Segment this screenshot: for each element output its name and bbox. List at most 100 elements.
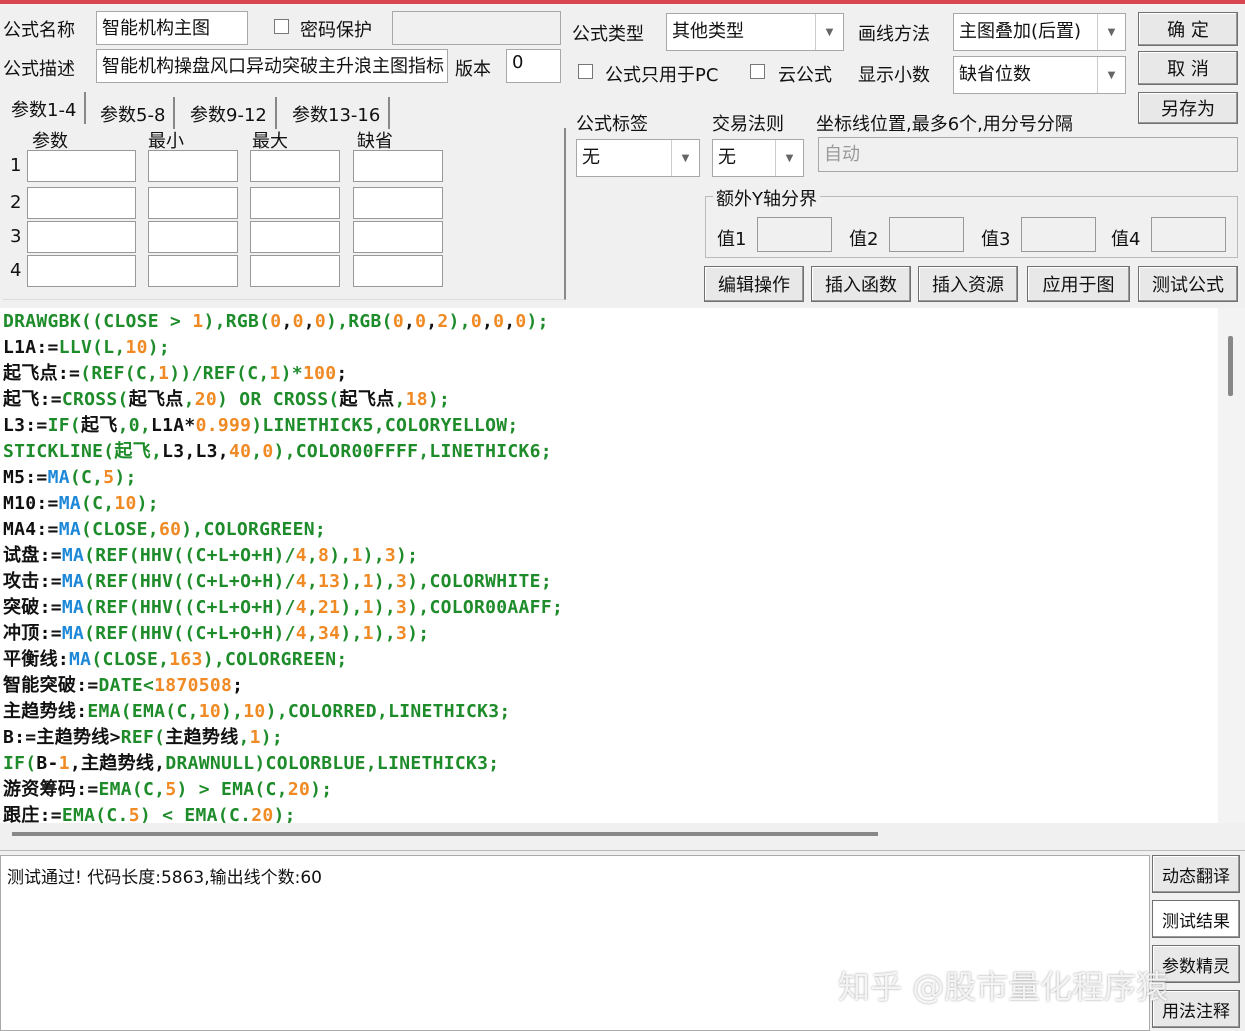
code-token: STICKLINE(起飞, — [3, 441, 163, 462]
code-token: IF( — [3, 753, 37, 774]
password-input[interactable] — [392, 11, 561, 45]
code-token: 20 — [251, 805, 274, 823]
param-input-max[interactable] — [250, 187, 340, 219]
code-token: ), — [448, 311, 471, 332]
tab-params-13-16[interactable]: 参数13-16 — [284, 97, 391, 129]
code-token: 0 — [470, 311, 482, 332]
param-input-min[interactable] — [148, 187, 238, 219]
code-token: 163 — [169, 649, 203, 670]
code-token: 4 — [295, 545, 307, 566]
param-input-default[interactable] — [353, 187, 443, 219]
tab-params-9-12[interactable]: 参数9-12 — [182, 97, 277, 129]
chevron-down-icon: ▼ — [671, 140, 699, 176]
code-token: 3 — [396, 597, 408, 618]
code-token: ), — [373, 597, 397, 618]
y-value-input[interactable] — [1151, 217, 1226, 252]
param-input-name[interactable] — [27, 221, 136, 253]
vertical-scrollbar[interactable] — [1218, 308, 1245, 823]
edit-operation-button[interactable]: 编辑操作 — [704, 266, 804, 302]
ok-button[interactable]: 确 定 — [1138, 12, 1238, 46]
formula-tag-select[interactable]: 无 ▼ — [576, 139, 700, 177]
trade-rule-select[interactable]: 无 ▼ — [712, 139, 804, 177]
code-line: MA4:=MA(CLOSE,60),COLORGREEN; — [0, 517, 1218, 543]
code-token: ) > EMA(C, — [176, 779, 288, 800]
code-token: 试盘:= — [3, 545, 62, 566]
pc-only-label: 公式只用于PC — [605, 65, 719, 86]
code-token: ; — [232, 675, 244, 696]
param-row-number: 1 — [10, 155, 22, 176]
param-input-min[interactable] — [148, 221, 238, 253]
param-input-min[interactable] — [148, 150, 238, 182]
formula-desc-label: 公式描述 — [3, 59, 75, 80]
apply-to-chart-button[interactable]: 应用于图 — [1027, 266, 1130, 302]
pc-only-checkbox[interactable] — [578, 64, 593, 79]
code-line: 主趋势线:EMA(EMA(C,10),10),COLORRED,LINETHIC… — [0, 699, 1218, 725]
formula-name-input[interactable]: 智能机构主图 — [96, 11, 248, 45]
test-formula-button[interactable]: 测试公式 — [1138, 266, 1238, 302]
formula-desc-input[interactable]: 智能机构操盘风口异动突破主升浪主图指标 — [96, 49, 448, 83]
param-input-max[interactable] — [250, 255, 340, 287]
code-token: REF( — [120, 727, 166, 748]
code-token: ); — [526, 311, 549, 332]
y-value-input[interactable] — [757, 217, 832, 252]
insert-function-button[interactable]: 插入函数 — [811, 266, 911, 302]
formula-type-select[interactable]: 其他类型 ▼ — [666, 13, 844, 51]
tab-params-5-8[interactable]: 参数5-8 — [92, 97, 176, 129]
test-result-button[interactable]: 测试结果 — [1152, 900, 1240, 938]
code-token: ), — [373, 623, 397, 644]
password-checkbox[interactable] — [274, 19, 289, 34]
draw-method-select[interactable]: 主图叠加(后置) ▼ — [953, 13, 1126, 51]
tab-params-1-4[interactable]: 参数1-4 — [3, 92, 87, 124]
code-token: 34 — [318, 623, 341, 644]
code-token: 起飞点 — [339, 389, 395, 410]
param-input-name[interactable] — [27, 150, 136, 182]
cloud-label: 云公式 — [778, 65, 832, 86]
y-value-input[interactable] — [1021, 217, 1096, 252]
param-input-max[interactable] — [250, 150, 340, 182]
param-input-name[interactable] — [27, 255, 136, 287]
param-row-number: 4 — [10, 260, 22, 281]
extra-y-axis-label: 额外Y轴分界 — [713, 185, 820, 211]
vertical-scroll-thumb[interactable] — [1228, 336, 1233, 396]
code-token: 3 — [396, 623, 408, 644]
insert-resource-button[interactable]: 插入资源 — [918, 266, 1018, 302]
code-token: MA — [61, 623, 85, 644]
code-token: ), — [340, 623, 363, 644]
horizontal-scrollbar[interactable] — [0, 823, 1245, 851]
version-input[interactable]: 0 — [506, 49, 561, 83]
y-value-input[interactable] — [889, 217, 964, 252]
cloud-checkbox[interactable] — [750, 64, 765, 79]
horizontal-scroll-thumb[interactable] — [12, 832, 878, 836]
code-token: , — [281, 311, 293, 332]
param-input-min[interactable] — [148, 255, 238, 287]
code-token: MA — [47, 467, 70, 488]
code-token: )LINETHICK5,COLORYELLOW; — [251, 415, 519, 436]
code-token: L3:= — [3, 415, 48, 436]
param-input-default[interactable] — [353, 150, 443, 182]
code-token: ); — [396, 545, 419, 566]
code-token: 5 — [128, 805, 140, 823]
param-input-name[interactable] — [27, 187, 136, 219]
code-token: 冲顶:= — [3, 623, 62, 644]
param-input-default[interactable] — [353, 255, 443, 287]
code-token: 4 — [295, 571, 307, 592]
code-token: M5:= — [3, 467, 48, 488]
decimal-select[interactable]: 缺省位数 ▼ — [953, 56, 1126, 94]
dynamic-translate-button[interactable]: 动态翻译 — [1152, 855, 1240, 893]
code-token: B- — [36, 753, 59, 774]
param-input-default[interactable] — [353, 221, 443, 253]
code-token: CROSS( — [61, 389, 129, 410]
code-token: ); — [427, 389, 451, 410]
cancel-button[interactable]: 取 消 — [1138, 51, 1238, 85]
formula-tag-label: 公式标签 — [576, 114, 648, 135]
code-line: 起飞点:=(REF(C,1))/REF(C,1)*100; — [0, 361, 1218, 387]
code-token: 4 — [295, 623, 307, 644]
axis-position-input[interactable]: 自动 — [818, 137, 1238, 172]
save-as-button[interactable]: 另存为 — [1138, 92, 1238, 124]
code-token: , — [251, 441, 263, 462]
code-editor[interactable]: DRAWGBK((CLOSE > 1),RGB(0,0,0),RGB(0,0,2… — [0, 308, 1218, 823]
code-token: 0 — [270, 311, 282, 332]
code-line: 跟庄:=EMA(C.5) < EMA(C.20); — [0, 803, 1218, 823]
param-input-max[interactable] — [250, 221, 340, 253]
chevron-down-icon: ▼ — [775, 140, 803, 176]
